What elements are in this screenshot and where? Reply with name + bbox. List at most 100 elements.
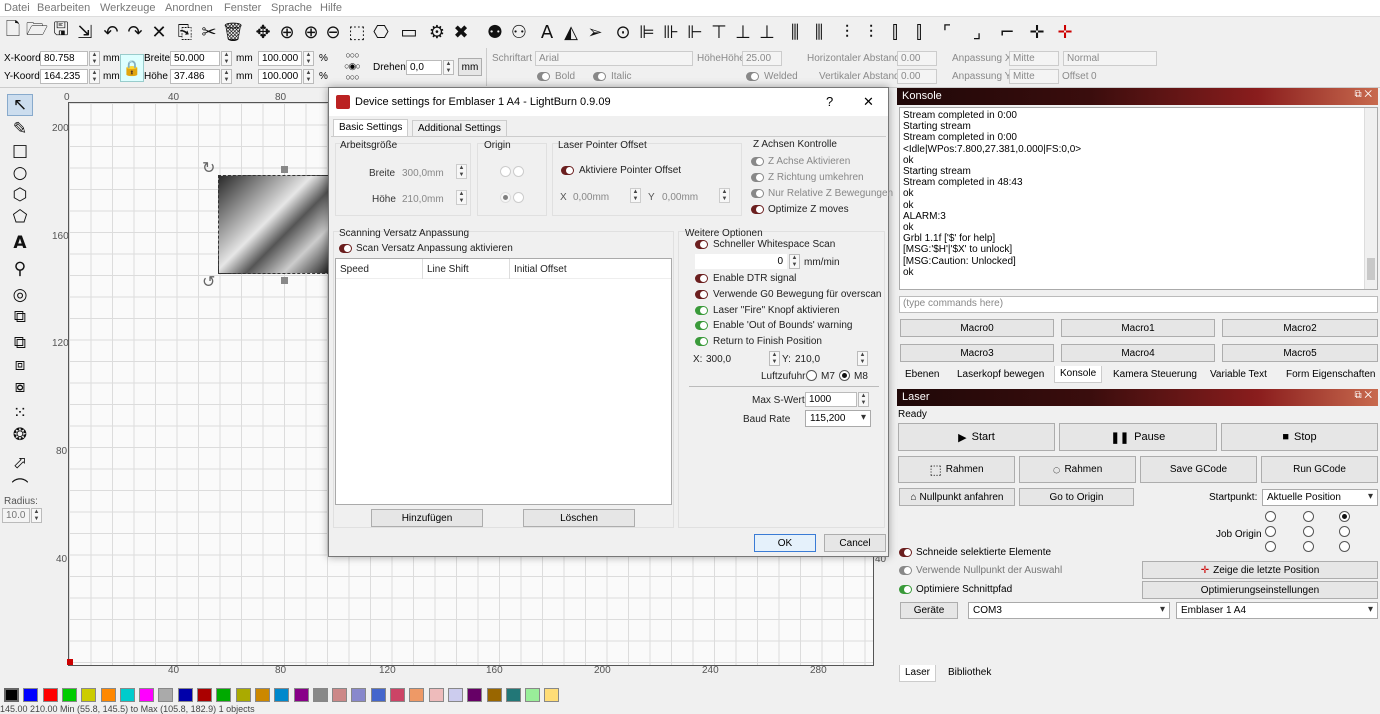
tab-ebenen[interactable]: Ebenen	[900, 367, 944, 384]
close-icon[interactable]: ✕	[863, 94, 874, 110]
new-file-icon[interactable]: 🗋	[2, 19, 24, 45]
color-swatch[interactable]	[177, 688, 193, 702]
color-swatch[interactable]	[544, 688, 560, 702]
menu-datei[interactable]: Datei	[4, 2, 30, 14]
max-s-spin[interactable]: ▲ ▼	[858, 392, 869, 407]
macro-button[interactable]: Macro1	[1061, 319, 1215, 337]
offset-tool-icon[interactable]: ◎	[7, 284, 33, 306]
job-origin-radio[interactable]	[1265, 526, 1276, 537]
pointer-enable-toggle[interactable]	[561, 166, 574, 175]
text-path-icon[interactable]: A	[536, 19, 558, 45]
align-x-select[interactable]: Mitte	[1009, 51, 1059, 66]
finish-y-spin[interactable]: ▲ ▼	[857, 351, 868, 366]
move-icon[interactable]: ✥	[252, 19, 274, 45]
console-scrollbar[interactable]	[1364, 108, 1377, 289]
color-swatch[interactable]	[197, 688, 212, 702]
pen-tool-icon[interactable]: ✎	[7, 118, 33, 140]
g0-toggle[interactable]	[695, 290, 708, 299]
macro-button[interactable]: Macro0	[900, 319, 1054, 337]
align-center-icon[interactable]: ⊪	[660, 19, 682, 45]
rotate-handle-icon[interactable]: ↺	[202, 272, 215, 292]
align-middle-icon[interactable]: ⊥	[732, 19, 754, 45]
undo-icon[interactable]: ↶	[100, 19, 122, 45]
x-coord-input[interactable]: 80.758	[40, 51, 88, 66]
resize-handle[interactable]	[281, 166, 288, 173]
job-origin-radio[interactable]	[1265, 511, 1276, 522]
color-swatch[interactable]	[409, 688, 425, 702]
monitor-icon[interactable]: ▭	[398, 19, 420, 45]
start-from-select[interactable]: Aktuelle Position	[1262, 489, 1378, 506]
text-tool-icon[interactable]: A	[7, 232, 33, 254]
finish-y-value[interactable]: 210,0	[795, 354, 820, 365]
circular-array-icon[interactable]: ❂	[7, 424, 33, 446]
delete-button[interactable]: Löschen	[523, 509, 635, 527]
rotate-handle-icon[interactable]: ↻	[202, 158, 215, 178]
start-button[interactable]: ▶ Start	[898, 423, 1055, 451]
y-coord-input[interactable]: 164.235	[40, 69, 88, 84]
color-swatch[interactable]	[525, 688, 541, 702]
width-input[interactable]: 50.000	[170, 51, 220, 66]
col-line-shift[interactable]: Line Shift	[427, 264, 469, 275]
weld-tool-icon[interactable]: ⧉	[7, 306, 33, 328]
add-button[interactable]: Hinzufügen	[371, 509, 483, 527]
corner-icon[interactable]: ⌟	[966, 19, 988, 45]
trash-icon[interactable]: 🗑	[222, 19, 245, 45]
pointer-x-value[interactable]: 0,00mm	[573, 192, 609, 203]
corner-radius-icon[interactable]: ⌒	[7, 474, 33, 498]
macro-button[interactable]: Macro2	[1222, 319, 1378, 337]
origin-radio-bl[interactable]	[500, 192, 511, 203]
show-last-position-button[interactable]: ✛ Zeige die letzte Position	[1142, 561, 1378, 579]
select-frame-icon[interactable]: ⬚	[346, 19, 368, 45]
color-swatch[interactable]	[23, 688, 39, 702]
color-swatch[interactable]	[467, 688, 483, 702]
origin-radio-tl[interactable]	[500, 166, 511, 177]
color-swatch[interactable]	[447, 688, 463, 702]
offset-value[interactable]: 0	[1091, 71, 1097, 82]
color-swatch[interactable]	[505, 688, 521, 702]
col-speed[interactable]: Speed	[340, 264, 369, 275]
tab-additional-settings[interactable]: Additional Settings	[412, 120, 507, 137]
send-icon[interactable]: ➢	[584, 19, 606, 45]
red-crosshair-icon[interactable]: ✛	[1054, 19, 1076, 45]
text-height-input[interactable]: 25.00	[742, 51, 782, 66]
color-swatch[interactable]	[235, 688, 251, 702]
open-icon[interactable]: 🗁	[26, 19, 48, 45]
import-icon[interactable]: ⇲	[74, 19, 96, 45]
baud-select[interactable]: 115,200	[805, 410, 871, 427]
settings-icon[interactable]: ⚙	[426, 19, 448, 45]
devices-button[interactable]: Geräte	[900, 602, 958, 619]
users-icon[interactable]: ⚉	[484, 19, 506, 45]
pause-button[interactable]: ❚❚ Pause	[1059, 423, 1217, 451]
max-s-input[interactable]: 1000	[805, 392, 857, 407]
origin-radio-br[interactable]	[513, 192, 524, 203]
space-v-icon[interactable]: ⫶	[860, 19, 882, 45]
resize-handle[interactable]	[281, 277, 288, 284]
color-swatch[interactable]	[486, 688, 502, 702]
color-swatch[interactable]	[312, 688, 328, 702]
pointer-y-value[interactable]: 0,00mm	[662, 192, 698, 203]
rotate-unit-button[interactable]: mm	[458, 58, 482, 76]
scale-w-spin[interactable]: ▲ ▼	[303, 51, 314, 66]
tab-bibliothek[interactable]: Bibliothek	[943, 665, 996, 682]
go-to-origin-button[interactable]: Go to Origin	[1019, 488, 1134, 506]
zoom-in-icon[interactable]: ⊕	[300, 19, 322, 45]
frame-button[interactable]: ⬚ Rahmen	[898, 456, 1015, 483]
color-swatch[interactable]	[139, 688, 155, 702]
m8-radio[interactable]	[839, 370, 850, 381]
job-origin-radio[interactable]	[1303, 541, 1314, 552]
optimize-toggle[interactable]	[899, 585, 912, 594]
ok-button[interactable]: OK	[754, 534, 816, 552]
color-swatch[interactable]	[61, 688, 77, 702]
color-swatch[interactable]	[4, 688, 19, 702]
job-origin-radio[interactable]	[1265, 541, 1276, 552]
job-origin-radio[interactable]	[1339, 526, 1350, 537]
step-icon[interactable]: ⌐	[996, 19, 1018, 45]
boolean-diff-icon[interactable]: ⧈	[7, 354, 33, 376]
polygon-tool-icon[interactable]: ⬡	[7, 184, 33, 206]
height-input[interactable]: 37.486	[170, 69, 220, 84]
job-origin-radio[interactable]	[1303, 511, 1314, 522]
menu-hilfe[interactable]: Hilfe	[320, 2, 342, 14]
tab-form-eigenschaften[interactable]: Form Eigenschaften	[1281, 367, 1380, 384]
job-origin-radio[interactable]	[1339, 541, 1350, 552]
color-swatch[interactable]	[332, 688, 348, 702]
